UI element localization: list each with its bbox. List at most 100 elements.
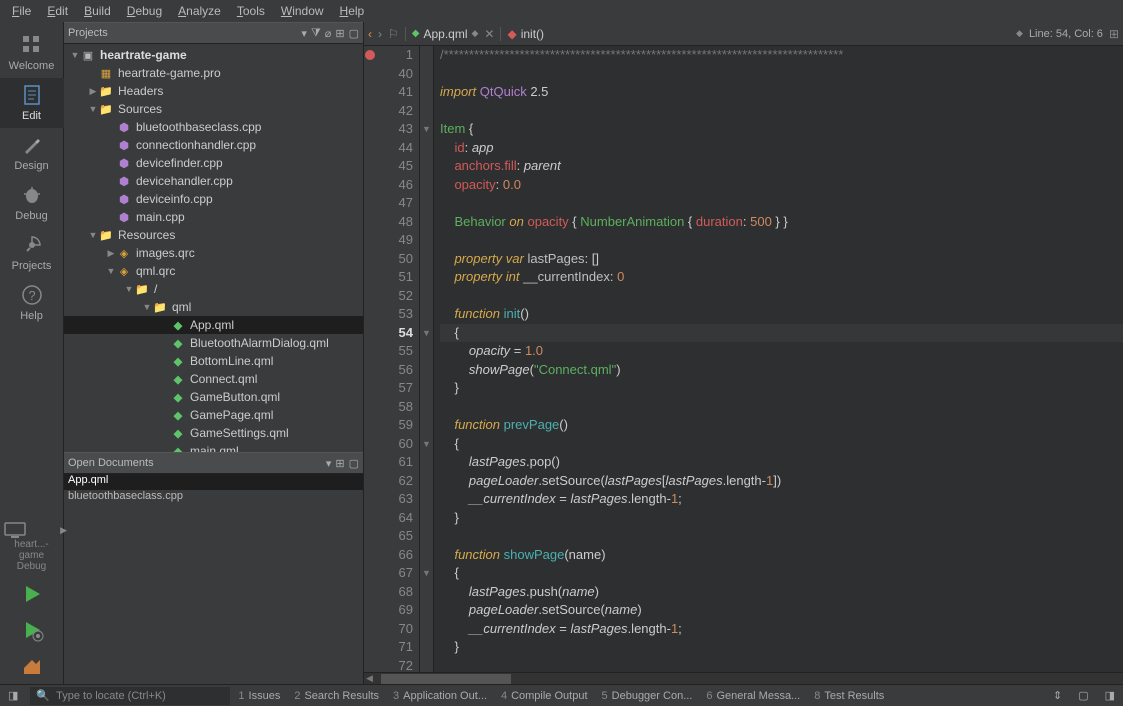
menu-file[interactable]: File [4, 2, 39, 20]
close-panel-icon[interactable]: ▢ [349, 27, 359, 40]
navigator-panel: Projects ▾ ⧩ ⌀ ⊞ ▢ ▼▣heartrate-game▦hear… [64, 22, 364, 684]
tree-item[interactable]: ⬢deviceinfo.cpp [64, 190, 363, 208]
file-selector[interactable]: ◆ App.qml ◆ [412, 27, 479, 41]
kit-selector[interactable]: heart...-game Debug▶ [0, 517, 63, 576]
menu-tools[interactable]: Tools [229, 2, 273, 20]
code-editor[interactable]: 1404142434445464748495051525354555657585… [364, 46, 1123, 672]
projects-header: Projects ▾ ⧩ ⌀ ⊞ ▢ [64, 22, 363, 44]
link-icon[interactable]: ⌀ [325, 27, 332, 40]
output-pane-4[interactable]: 4Compile Output [501, 690, 588, 702]
opendocs-title: Open Documents [68, 457, 154, 469]
locator-input[interactable]: 🔍 Type to locate (Ctrl+K) [30, 687, 230, 705]
welcome-icon [21, 34, 43, 58]
output-pane-5[interactable]: 5Debugger Con... [602, 690, 693, 702]
tree-item[interactable]: ◆GamePage.qml [64, 406, 363, 424]
close-panel-icon[interactable]: ▢ [349, 457, 359, 470]
close-file-icon[interactable]: ✕ [484, 27, 494, 41]
split-editor-icon[interactable]: ⊞ [1109, 27, 1119, 41]
tree-item[interactable]: ▦heartrate-game.pro [64, 64, 363, 82]
tree-item[interactable]: ◆Connect.qml [64, 370, 363, 388]
search-icon: 🔍 [36, 689, 50, 702]
output-menu-icon[interactable]: ⇕ [1049, 689, 1066, 702]
mode-sidebar: WelcomeEditDesignDebugProjects?Help hear… [0, 22, 64, 684]
tree-item[interactable]: ▼▣heartrate-game [64, 46, 363, 64]
tree-item[interactable]: ▶◈images.qrc [64, 244, 363, 262]
menu-window[interactable]: Window [273, 2, 332, 20]
menu-help[interactable]: Help [332, 2, 373, 20]
run-button[interactable] [20, 576, 44, 612]
nav-back-icon[interactable]: ‹ [368, 27, 372, 41]
output-pane-2[interactable]: 2Search Results [294, 690, 379, 702]
expand-arrow-icon[interactable]: ▼ [70, 50, 80, 60]
output-pane-6[interactable]: 6General Messa... [706, 690, 800, 702]
mode-design[interactable]: Design [0, 128, 64, 178]
tree-item[interactable]: ▼📁Resources [64, 226, 363, 244]
horizontal-scrollbar[interactable]: ◀ [364, 672, 1123, 684]
project-tree[interactable]: ▼▣heartrate-game▦heartrate-game.pro▶📁Hea… [64, 44, 363, 452]
mode-projects[interactable]: Projects [0, 228, 64, 278]
build-button[interactable] [20, 648, 44, 684]
tree-item[interactable]: ▼📁/ [64, 280, 363, 298]
split-icon[interactable]: ⊞ [335, 457, 344, 470]
tree-item[interactable]: ▼◈qml.qrc [64, 262, 363, 280]
open-doc-item[interactable]: bluetoothbaseclass.cpp [64, 490, 363, 506]
menubar: FileEditBuildDebugAnalyzeToolsWindowHelp [0, 0, 1123, 22]
tree-item[interactable]: ⬢connectionhandler.cpp [64, 136, 363, 154]
mode-welcome[interactable]: Welcome [0, 28, 64, 78]
locator-placeholder: Type to locate (Ctrl+K) [56, 690, 166, 702]
toggle-right-sidebar-icon[interactable]: ◨ [1101, 689, 1119, 702]
tree-item[interactable]: ◆BottomLine.qml [64, 352, 363, 370]
symbol-selector[interactable]: ◆ init() [507, 27, 544, 41]
run-debug-button[interactable] [20, 612, 44, 648]
filter-icon[interactable]: ⧩ [311, 27, 321, 40]
opendocs-header: Open Documents ▾ ⊞ ▢ [64, 452, 363, 474]
menu-debug[interactable]: Debug [119, 2, 170, 20]
mode-help[interactable]: ?Help [0, 278, 64, 328]
dropdown-icon[interactable]: ▾ [301, 27, 307, 40]
editor-toolbar: ‹ › ⚐ ◆ App.qml ◆ ✕ ◆ init() ◆ Line: 54,… [364, 22, 1123, 46]
toggle-sidebar-icon[interactable]: ◨ [4, 689, 22, 702]
symbol-nav-icon[interactable]: ◆ [1016, 28, 1023, 39]
output-pane-3[interactable]: 3Application Out... [393, 690, 487, 702]
expand-arrow-icon[interactable]: ▶ [88, 86, 98, 97]
tree-item[interactable]: ◆BluetoothAlarmDialog.qml [64, 334, 363, 352]
mode-edit[interactable]: Edit [0, 78, 64, 128]
tree-item[interactable]: ◆App.qml [64, 316, 363, 334]
debug-icon [21, 184, 43, 208]
current-file: App.qml [423, 27, 467, 41]
menu-build[interactable]: Build [76, 2, 119, 20]
tree-item[interactable]: ▼📁Sources [64, 100, 363, 118]
tree-item[interactable]: ▼📁qml [64, 298, 363, 316]
output-pane-8[interactable]: 8Test Results [814, 690, 884, 702]
projects-icon [21, 234, 43, 258]
nav-forward-icon[interactable]: › [378, 27, 382, 41]
expand-arrow-icon[interactable]: ▼ [106, 266, 116, 276]
design-icon [21, 134, 43, 158]
open-doc-item[interactable]: App.qml [64, 474, 363, 490]
tree-item[interactable]: ▶📁Headers [64, 82, 363, 100]
expand-arrow-icon[interactable]: ▼ [142, 302, 152, 312]
method-icon: ◆ [507, 27, 516, 41]
menu-analyze[interactable]: Analyze [170, 2, 229, 20]
close-output-icon[interactable]: ▢ [1074, 689, 1092, 702]
expand-arrow-icon[interactable]: ▼ [88, 230, 98, 240]
menu-edit[interactable]: Edit [39, 2, 76, 20]
tree-item[interactable]: ⬢main.cpp [64, 208, 363, 226]
tree-item[interactable]: ⬢devicefinder.cpp [64, 154, 363, 172]
expand-arrow-icon[interactable]: ▼ [124, 284, 134, 294]
mode-debug[interactable]: Debug [0, 178, 64, 228]
nav-bookmark-icon[interactable]: ⚐ [388, 27, 399, 41]
expand-arrow-icon[interactable]: ▶ [106, 248, 116, 259]
expand-arrow-icon[interactable]: ▼ [88, 104, 98, 114]
tree-item[interactable]: ⬢bluetoothbaseclass.cpp [64, 118, 363, 136]
tree-item[interactable]: ⬢devicehandler.cpp [64, 172, 363, 190]
tree-item[interactable]: ◆GameSettings.qml [64, 424, 363, 442]
split-icon[interactable]: ⊞ [335, 27, 344, 40]
output-pane-1[interactable]: 1Issues [238, 690, 280, 702]
tree-item[interactable]: ◆main.qml [64, 442, 363, 452]
qml-file-icon: ◆ [412, 28, 420, 39]
help-icon: ? [21, 284, 43, 308]
dropdown-icon[interactable]: ▾ [326, 457, 332, 470]
tree-item[interactable]: ◆GameButton.qml [64, 388, 363, 406]
current-symbol: init() [521, 27, 544, 41]
